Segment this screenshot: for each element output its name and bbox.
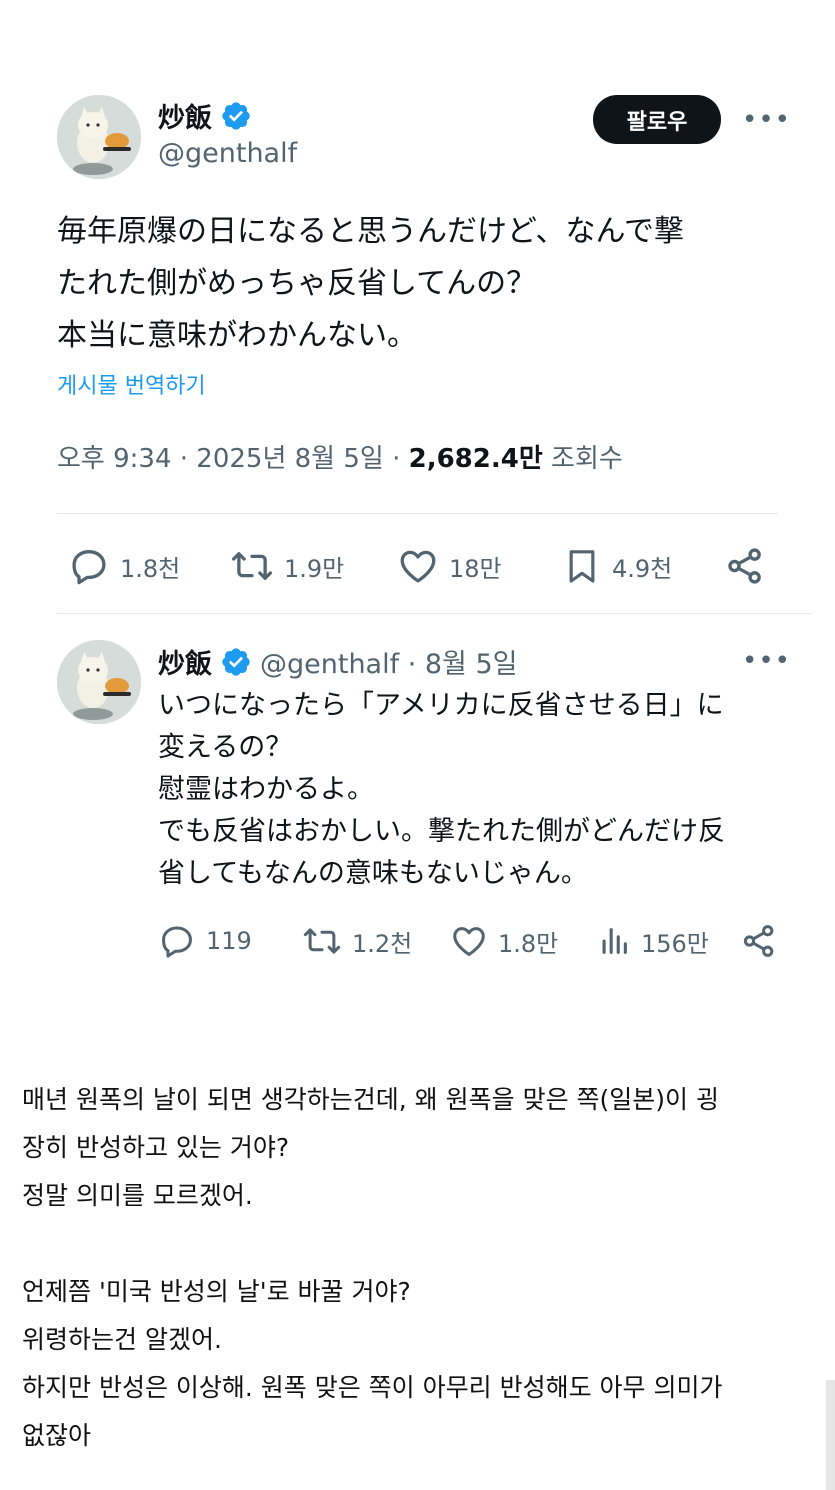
repost-count: 1.9만 (284, 554, 345, 583)
reply-icon (162, 926, 192, 958)
reply-more-icon[interactable]: ••• (742, 646, 791, 676)
bookmark-icon (569, 550, 595, 583)
translate-post-link[interactable]: 게시물 번역하기 (57, 368, 206, 400)
like-icon (453, 927, 485, 956)
author-avatar[interactable] (57, 95, 141, 179)
reply-repost-action[interactable]: 1.2천 (302, 922, 412, 960)
reply-author-avatar[interactable] (57, 640, 141, 724)
share-icon (743, 925, 774, 957)
reply-count: 1.8천 (120, 554, 181, 583)
reply-view-count: 156만 (641, 929, 709, 958)
reply-reply-count: 119 (206, 927, 252, 955)
korean-translation-text: 매년 원폭의 날이 되면 생각하는건데, 왜 원폭을 맞은 쪽(일본)이 굉 장… (22, 1085, 723, 1450)
like-action[interactable]: 18만 (397, 545, 502, 587)
tweet-text: 毎年原爆の日になると思うんだけど、なんで撃 たれた側がめっちゃ反省してんの？ 本… (57, 214, 684, 353)
reply-repost-count: 1.2천 (352, 929, 413, 958)
bookmark-action[interactable]: 4.9천 (562, 545, 672, 587)
reply-reply-action[interactable]: 119 (158, 922, 252, 960)
verified-badge-icon (222, 101, 250, 130)
like-count: 18만 (449, 554, 502, 583)
author-handle[interactable]: @genthalf (158, 138, 297, 169)
divider (57, 513, 778, 514)
tweet-meta: 오후 9:34 · 2025년 8월 5일 · 2,682.4만 조회수 (57, 438, 623, 475)
share-icon (728, 548, 761, 584)
share-action[interactable] (724, 545, 766, 587)
verified-badge-icon (222, 647, 250, 676)
views-icon (602, 928, 627, 954)
reply-share-action[interactable] (740, 922, 778, 960)
scrollbar[interactable] (826, 1380, 835, 1490)
reply-header: 炒飯 @genthalf · 8월 5일 (158, 642, 517, 681)
avatar-image (57, 95, 141, 179)
reply-like-action[interactable]: 1.8만 (450, 922, 558, 960)
tweet-timestamp[interactable]: 오후 9:34 · 2025년 8월 5일 · (57, 444, 409, 474)
reply-action[interactable]: 1.8천 (68, 545, 180, 587)
reply-icon (72, 549, 106, 585)
bookmark-count: 4.9천 (612, 554, 673, 583)
repost-icon (303, 928, 341, 954)
avatar-image (57, 640, 141, 724)
reply-author-name[interactable]: 炒飯 (158, 642, 212, 681)
reply-like-count: 1.8만 (498, 929, 559, 958)
divider (57, 613, 812, 614)
follow-button[interactable]: 팔로우 (593, 95, 721, 144)
author-name-row: 炒飯 (158, 96, 252, 135)
repost-action[interactable]: 1.9만 (230, 545, 344, 587)
reply-text: いつになったら「アメリカに反省させる日」に 変えるの？ 慰霊はわかるよ。 でも反… (158, 690, 725, 889)
repost-icon (231, 552, 273, 580)
more-icon[interactable]: ••• (742, 105, 791, 135)
reply-author-handle-date[interactable]: @genthalf · 8월 5일 (260, 642, 517, 681)
like-icon (400, 550, 436, 583)
view-label: 조회수 (542, 444, 623, 474)
view-count: 2,682.4만 (408, 444, 543, 474)
reply-views-action[interactable]: 156만 (597, 922, 709, 960)
author-name[interactable]: 炒飯 (158, 96, 212, 135)
